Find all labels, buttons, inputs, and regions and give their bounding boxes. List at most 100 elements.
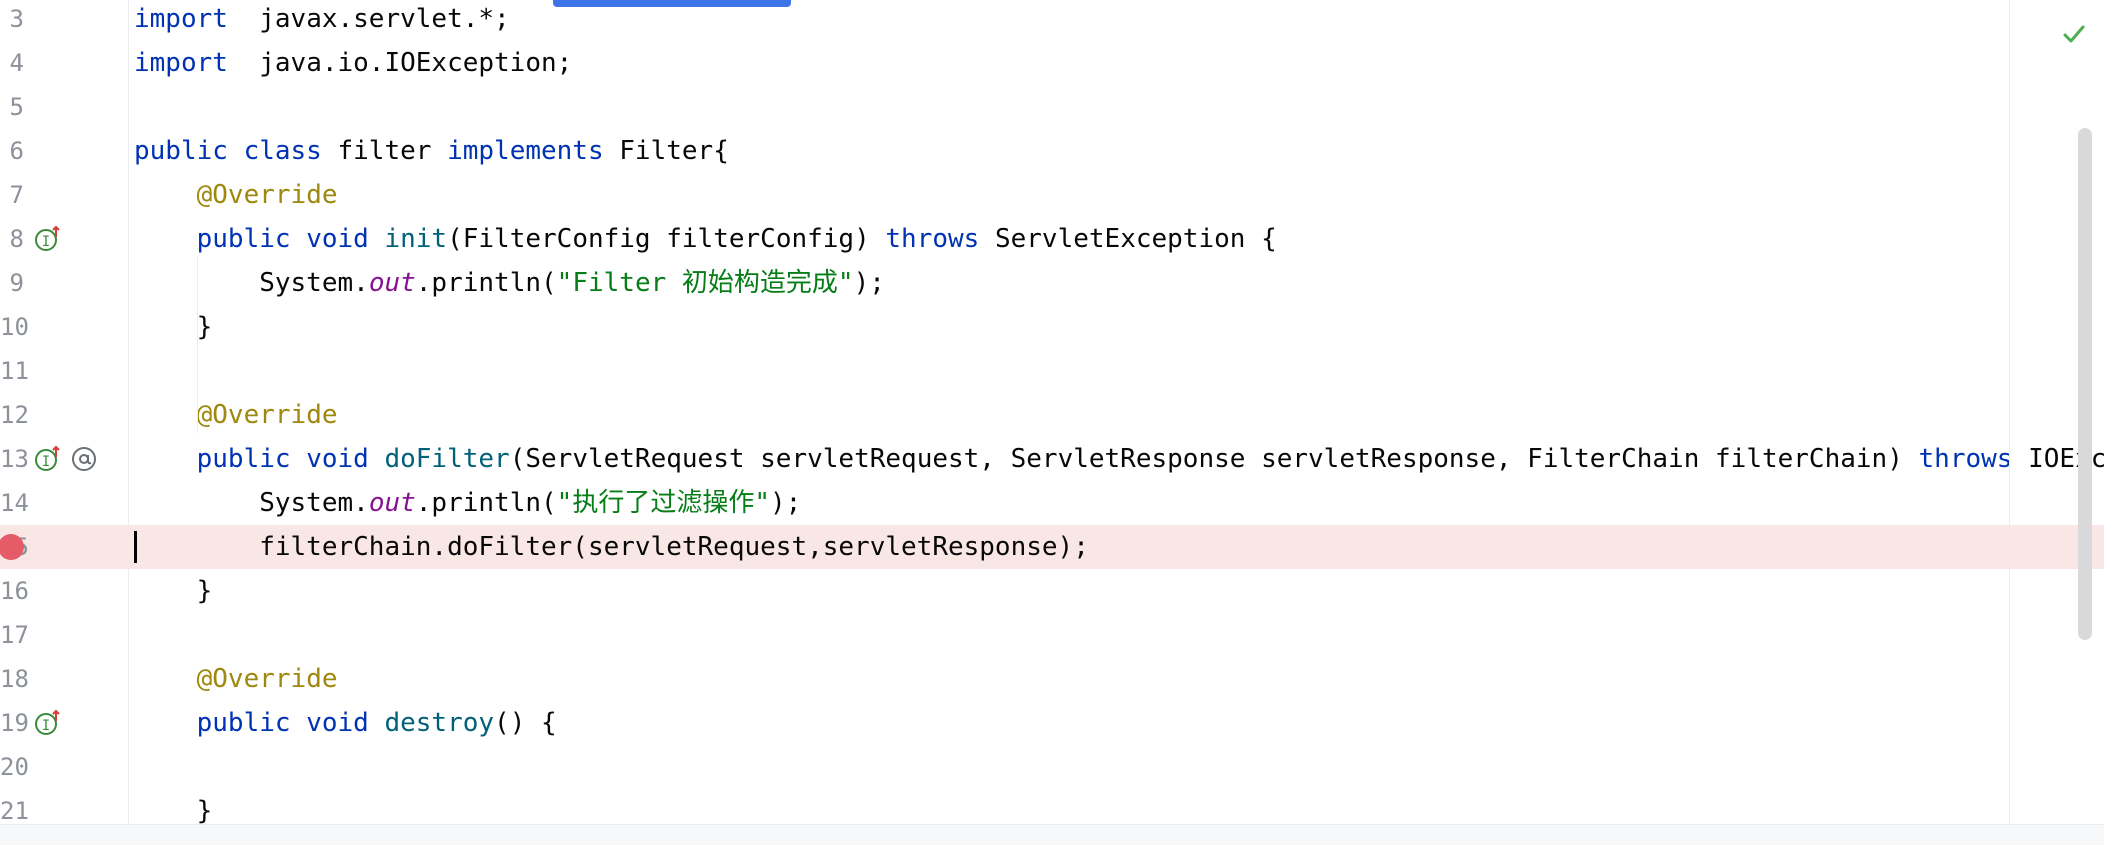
code-text[interactable]: import java.io.IOException; xyxy=(134,41,572,85)
code-lines: 3 import javax.servlet.*; 4 import java.io.… xyxy=(0,0,2104,824)
code-text[interactable]: } xyxy=(134,305,213,349)
line-number[interactable]: 19 xyxy=(0,701,29,745)
token-kw: import xyxy=(134,4,228,34)
code-editor[interactable]: III 3 import javax.servlet.*; 4 import java… xyxy=(0,0,2104,824)
code-line[interactable]: 13 public void doFilter(ServletRequest s… xyxy=(0,437,2104,481)
token-fld: out xyxy=(368,268,416,298)
code-line[interactable]: 10 } xyxy=(0,305,2104,349)
token-kw: public class xyxy=(134,136,322,166)
token-text: ServletException { xyxy=(979,224,1277,254)
bottom-strip xyxy=(0,824,2104,845)
code-line[interactable]: 3 import javax.servlet.*; xyxy=(0,0,2104,41)
code-text[interactable]: filterChain.doFilter(servletRequest,serv… xyxy=(134,525,1089,569)
token-text: (ServletRequest servletRequest, ServletR… xyxy=(509,444,1919,474)
token-kw: import xyxy=(134,48,228,78)
token-text: ); xyxy=(853,268,885,298)
line-number[interactable]: 16 xyxy=(0,569,29,613)
line-number[interactable]: 20 xyxy=(0,745,29,789)
code-line[interactable]: 8 public void init(FilterConfig filterCo… xyxy=(0,217,2104,261)
code-text[interactable]: public class filter implements Filter{ xyxy=(134,129,729,173)
token-kw: public void xyxy=(196,224,369,254)
token-ann: @Override xyxy=(196,664,338,694)
token-ann: @Override xyxy=(196,180,338,210)
line-number[interactable]: 9 xyxy=(0,261,24,305)
token-text: javax.servlet.*; xyxy=(227,4,510,34)
token-text: filterChain.doFilter(servletRequest,serv… xyxy=(134,532,1089,562)
token-ann: @Override xyxy=(196,400,338,430)
right-margin-guide xyxy=(2009,0,2010,824)
code-line[interactable]: 17 xyxy=(0,613,2104,657)
line-number[interactable]: 6 xyxy=(0,129,24,173)
code-text[interactable]: @Override xyxy=(134,393,338,437)
code-text[interactable]: } xyxy=(134,789,213,824)
code-text[interactable]: public void destroy() { xyxy=(134,701,557,745)
line-number[interactable]: 7 xyxy=(0,173,24,217)
token-text: .println( xyxy=(415,488,557,518)
line-number[interactable]: 11 xyxy=(0,349,29,393)
code-line[interactable]: 9 System.out.println("Filter 初始构造完成"); xyxy=(0,261,2104,305)
code-line[interactable]: 11 xyxy=(0,349,2104,393)
token-fn: init xyxy=(384,224,448,254)
token-text: } xyxy=(134,796,213,824)
code-text[interactable]: public void doFilter(ServletRequest serv… xyxy=(134,437,2104,481)
line-number[interactable]: 12 xyxy=(0,393,29,437)
line-number[interactable]: 18 xyxy=(0,657,29,701)
token-kw: implements xyxy=(447,136,604,166)
code-line[interactable]: 21 } xyxy=(0,789,2104,824)
token-kw: public void xyxy=(196,708,369,738)
token-text: } xyxy=(134,312,213,342)
token-kw: throws xyxy=(1918,444,2013,474)
code-line[interactable]: 20 xyxy=(0,745,2104,789)
code-line[interactable]: 4 import java.io.IOException; xyxy=(0,41,2104,85)
token-text: } xyxy=(134,576,213,606)
line-number[interactable]: 13 xyxy=(0,437,29,481)
line-number[interactable]: 4 xyxy=(0,41,24,85)
line-number[interactable]: 17 xyxy=(0,613,29,657)
code-line[interactable]: 12 @Override xyxy=(0,393,2104,437)
code-line[interactable]: 14 System.out.println("执行了过滤操作"); xyxy=(0,481,2104,525)
line-number[interactable]: 8 xyxy=(0,217,24,261)
check-icon xyxy=(2063,25,2085,43)
code-text[interactable]: System.out.println("执行了过滤操作"); xyxy=(134,481,801,525)
token-kw: public void xyxy=(196,444,369,474)
token-fld: out xyxy=(368,488,416,518)
token-text: ); xyxy=(769,488,802,518)
indent-guide xyxy=(197,257,198,433)
code-line[interactable]: 7 @Override xyxy=(0,173,2104,217)
token-text: (FilterConfig filterConfig) xyxy=(447,224,886,254)
token-text: java.io.IOException; xyxy=(227,48,573,78)
code-line[interactable]: 5 xyxy=(0,85,2104,129)
code-text[interactable]: System.out.println("Filter 初始构造完成"); xyxy=(134,261,885,305)
code-line[interactable]: 18 @Override xyxy=(0,657,2104,701)
code-line[interactable]: 16 } xyxy=(0,569,2104,613)
breakpoint-line[interactable]: 15 filterChain.doFilter(servletRequest,s… xyxy=(0,525,2104,569)
code-text[interactable]: import javax.servlet.*; xyxy=(134,0,510,41)
line-number[interactable]: 10 xyxy=(0,305,29,349)
line-number[interactable]: 14 xyxy=(0,481,29,525)
code-text[interactable]: @Override xyxy=(134,173,338,217)
token-text: () { xyxy=(494,708,557,738)
code-line[interactable]: 6 public class filter implements Filter{ xyxy=(0,129,2104,173)
token-fn: doFilter xyxy=(384,444,510,474)
token-text: System. xyxy=(134,268,369,298)
token-text: .println( xyxy=(415,268,557,298)
line-number[interactable]: 5 xyxy=(0,85,24,129)
vertical-scrollbar[interactable] xyxy=(2078,128,2092,640)
line-number[interactable]: 21 xyxy=(0,789,29,824)
token-str: "执行了过滤操作" xyxy=(556,488,770,518)
code-text[interactable]: @Override xyxy=(134,657,338,701)
line-number[interactable]: 3 xyxy=(0,0,24,41)
code-text[interactable]: public void init(FilterConfig filterConf… xyxy=(134,217,1277,261)
code-text[interactable]: } xyxy=(134,569,213,613)
code-line[interactable]: 19 public void destroy() { xyxy=(0,701,2104,745)
token-text: filter xyxy=(321,136,448,166)
